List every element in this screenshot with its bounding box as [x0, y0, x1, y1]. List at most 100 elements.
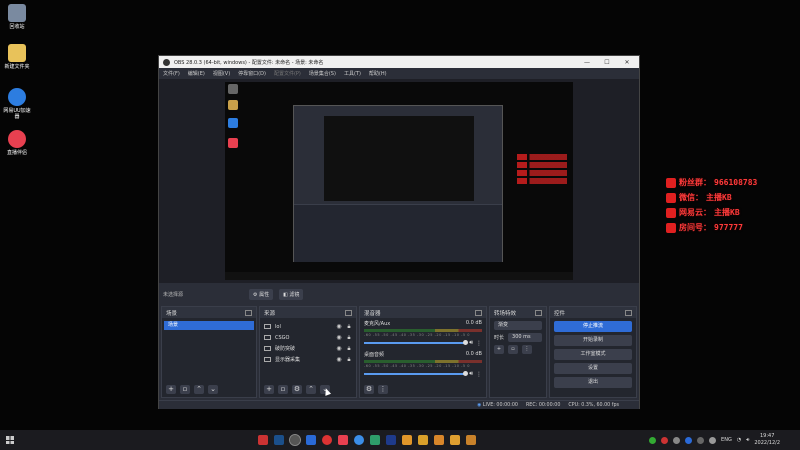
sources-dock: 来源 lol ◉ 🔒︎ CSGO ◉ 🔒︎ 破防突破 ◉ 🔒︎ 显示器采集 ◉ … [259, 306, 357, 398]
lock-icon[interactable]: 🔒︎ [346, 323, 352, 331]
lock-icon[interactable]: 🔒︎ [346, 334, 352, 342]
undock-icon[interactable] [625, 309, 632, 316]
undock-icon[interactable] [475, 309, 482, 316]
menu-file[interactable]: 文件(F) [163, 70, 180, 77]
source-row[interactable]: 破防突破 ◉ 🔒︎ [260, 343, 356, 354]
obs-icon[interactable] [289, 434, 301, 446]
scene-item[interactable]: 场景 [164, 321, 254, 330]
menu-tools[interactable]: 工具(T) [344, 70, 361, 77]
more-icon[interactable]: ⋮ [522, 345, 532, 354]
app-icon[interactable] [306, 435, 316, 445]
add-icon[interactable]: + [166, 385, 176, 394]
volume-slider[interactable] [364, 371, 469, 376]
start-button[interactable] [0, 436, 20, 444]
more-icon[interactable]: ⋮ [476, 371, 482, 378]
duration-input[interactable]: 300 ms [508, 333, 542, 342]
menu-edit[interactable]: 编辑(E) [188, 70, 205, 77]
tray-icon[interactable] [685, 436, 693, 444]
trash-icon[interactable]: ▫ [180, 385, 190, 394]
eye-icon[interactable]: ◉ [336, 323, 342, 330]
app-icon[interactable] [338, 435, 348, 445]
move-up-icon[interactable]: ⌃ [306, 385, 316, 394]
app-icon[interactable] [466, 435, 476, 445]
tray-icon[interactable] [649, 436, 657, 444]
menu-help[interactable]: 帮助(H) [369, 70, 387, 77]
app-icon[interactable] [386, 435, 396, 445]
desktop-icon-recycle-bin[interactable]: 回收站 [2, 4, 32, 30]
more-icon[interactable]: ⋮ [378, 385, 388, 394]
source-row[interactable]: 显示器采集 ◉ 🔒︎ [260, 354, 356, 365]
clock[interactable]: 19:47 2022/12/2 [754, 433, 780, 447]
properties-button[interactable]: ⚙ 属性 [249, 288, 274, 300]
lock-icon[interactable]: 🔒︎ [346, 345, 352, 353]
add-icon[interactable]: + [264, 385, 274, 394]
tray-icon[interactable] [709, 436, 717, 444]
preview-area [159, 79, 639, 283]
desktop-icon-label: 新建文件夹 [4, 64, 30, 70]
game-capture-icon [264, 346, 271, 351]
menu-docks[interactable]: 停靠窗口(D) [238, 70, 266, 77]
chrome-icon[interactable] [354, 435, 364, 445]
add-icon[interactable]: + [494, 345, 504, 354]
gear-icon[interactable]: ⚙ [292, 385, 302, 394]
source-row[interactable]: lol ◉ 🔒︎ [260, 321, 356, 332]
wifi-icon[interactable]: ◔ [737, 437, 741, 443]
source-row[interactable]: CSGO ◉ 🔒︎ [260, 332, 356, 343]
move-up-icon[interactable]: ⌃ [194, 385, 204, 394]
volume-icon[interactable]: 🔊︎ [746, 437, 749, 443]
speaker-icon[interactable]: 🔊︎ [469, 339, 473, 347]
preview-overlay-text [517, 154, 567, 186]
eye-icon[interactable]: ◉ [336, 345, 342, 352]
preview-canvas[interactable] [225, 82, 573, 280]
app-icon[interactable] [370, 435, 380, 445]
volume-slider[interactable] [364, 340, 469, 345]
uu-booster-icon [8, 88, 26, 106]
eye-icon[interactable]: ◉ [336, 334, 342, 341]
app-icon[interactable] [450, 435, 460, 445]
start-recording-button[interactable]: 开始录制 [554, 335, 632, 346]
obs-window: OBS 28.0.3 (64-bit, windows) - 配置文件: 未命名… [158, 55, 640, 409]
tray-icon[interactable] [697, 436, 705, 444]
stop-streaming-button[interactable]: 停止推流 [554, 321, 632, 332]
menu-view[interactable]: 视图(V) [213, 70, 230, 77]
lock-icon[interactable]: 🔒︎ [346, 356, 352, 364]
exit-button[interactable]: 退出 [554, 377, 632, 388]
monitor-icon [264, 357, 271, 362]
mixer-title: 混音器 [364, 310, 381, 317]
language-indicator[interactable]: ENG [721, 437, 732, 443]
qq-icon [666, 177, 676, 188]
sources-title: 来源 [264, 310, 276, 317]
steam-icon[interactable] [274, 435, 284, 445]
filters-button[interactable]: ◧ 滤镜 [279, 288, 304, 300]
maximize-button[interactable]: ☐ [599, 59, 615, 66]
trash-icon[interactable]: ▫ [278, 385, 288, 394]
tray-icon[interactable] [661, 436, 669, 444]
app-icon[interactable] [434, 435, 444, 445]
move-down-icon[interactable]: ⌄ [208, 385, 218, 394]
minimize-button[interactable]: — [579, 59, 595, 66]
transition-select[interactable]: 渐变 [494, 321, 542, 330]
trash-icon[interactable]: ▫ [508, 345, 518, 354]
tray-icon[interactable] [673, 436, 681, 444]
app-icon[interactable] [258, 435, 268, 445]
eye-icon[interactable]: ◉ [336, 356, 342, 363]
controls-dock: 控件 停止推流 开始录制 工作室模式 设置 退出 [549, 306, 637, 398]
app-icon[interactable] [418, 435, 428, 445]
close-button[interactable]: ✕ [619, 59, 635, 66]
undock-icon[interactable] [345, 309, 352, 316]
undock-icon[interactable] [245, 309, 252, 316]
speaker-icon[interactable]: 🔊︎ [469, 370, 473, 378]
desktop-icon-uu-booster[interactable]: 网易UU加速器 [2, 88, 32, 120]
obs-status-bar: ◉ LIVE: 00:00:00 REC: 00:00:00 CPU: 0.3%… [159, 400, 639, 409]
desktop-icon-new-folder[interactable]: 新建文件夹 [2, 44, 32, 70]
app-icon[interactable] [402, 435, 412, 445]
desktop-icon-live-companion[interactable]: 直播伴侣 [2, 130, 32, 156]
netease-music-icon[interactable] [322, 435, 332, 445]
studio-mode-button[interactable]: 工作室模式 [554, 349, 632, 360]
menu-profile[interactable]: 配置文件(P) [274, 70, 301, 77]
advanced-audio-icon[interactable]: ⚙ [364, 385, 374, 394]
menu-scene-collection[interactable]: 场景集合(S) [309, 70, 336, 77]
more-icon[interactable]: ⋮ [476, 340, 482, 347]
undock-icon[interactable] [535, 309, 542, 316]
settings-button[interactable]: 设置 [554, 363, 632, 374]
